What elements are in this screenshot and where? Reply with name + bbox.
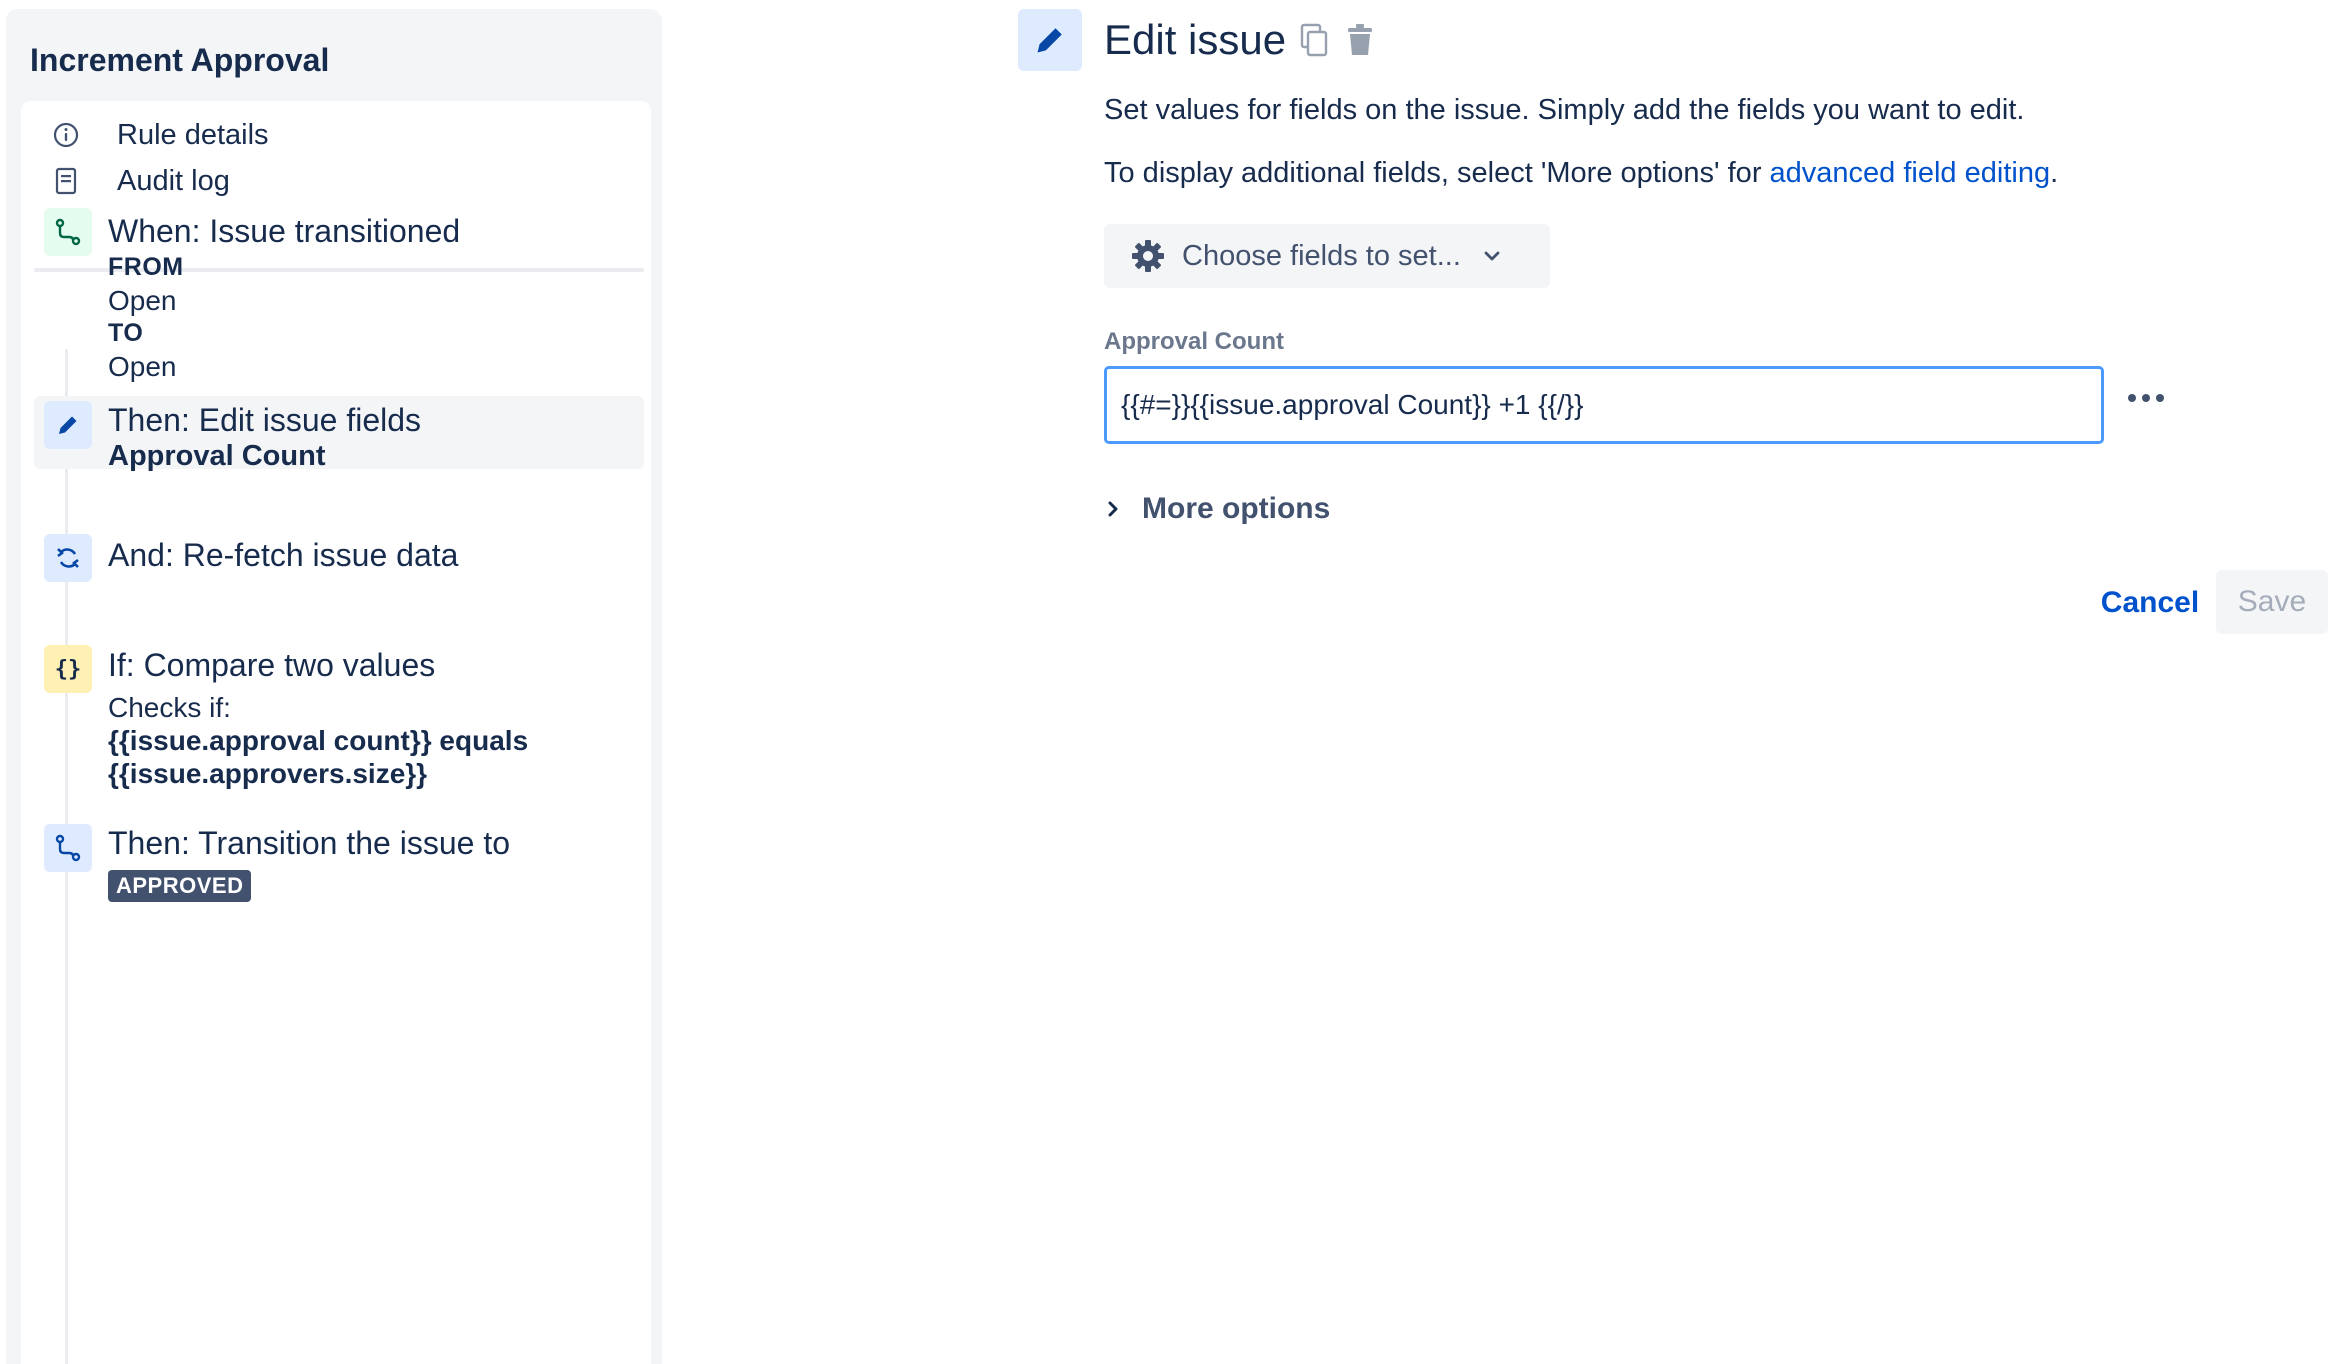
editor-description-advanced: To display additional fields, select 'Mo…: [1104, 157, 2058, 190]
refresh-icon: [44, 534, 92, 582]
rule-sidebar: Increment Approval Rule details Audit lo…: [6, 9, 662, 1364]
component-trigger-issue-transitioned[interactable]: When: Issue transitioned FROM Open TO Op…: [34, 193, 644, 382]
pencil-icon: [1018, 9, 1082, 71]
nav-rule-details[interactable]: Rule details: [51, 113, 269, 157]
component-title: If: Compare two values: [108, 647, 436, 683]
component-title: And: Re-fetch issue data: [108, 537, 459, 573]
component-editor: Edit issue Set values for fields on the …: [1010, 0, 2340, 1364]
nav-rule-details-label: Rule details: [117, 118, 269, 151]
condition-expression-line2: {{issue.approvers.size}}: [108, 758, 428, 789]
editor-description: Set values for fields on the issue. Simp…: [1104, 94, 2025, 126]
choose-fields-button[interactable]: Choose fields to set...: [1104, 224, 1550, 288]
condition-expression-line1: {{issue.approval count}} equals: [108, 725, 529, 756]
to-label: TO: [108, 319, 144, 347]
component-title: Then: Edit issue fields: [108, 402, 422, 438]
component-details: APPROVED: [108, 867, 252, 902]
rule-title: Increment Approval: [30, 42, 330, 78]
component-details: Checks if: {{issue.approval count}} equa…: [108, 691, 528, 790]
pencil-icon: [44, 401, 92, 449]
info-icon: [51, 120, 81, 150]
chevron-right-icon: [1104, 499, 1122, 519]
transition-icon: [44, 208, 92, 256]
description-text: To display additional fields, select 'Mo…: [1104, 157, 1770, 189]
copy-icon[interactable]: [1296, 22, 1332, 58]
component-title: When: Issue transitioned: [108, 213, 461, 249]
from-value: Open: [108, 285, 177, 316]
component-field: Approval Count: [108, 440, 326, 472]
editor-title: Edit issue: [1104, 16, 1287, 63]
more-options-toggle[interactable]: More options: [1104, 492, 1330, 526]
component-action-transition-issue[interactable]: Then: Transition the issue to APPROVED: [34, 817, 644, 902]
gear-icon: [1130, 238, 1166, 274]
cancel-button[interactable]: Cancel: [2084, 572, 2216, 634]
advanced-field-editing-link[interactable]: advanced field editing: [1770, 157, 2051, 189]
trash-icon[interactable]: [1342, 22, 1378, 58]
choose-fields-label: Choose fields to set...: [1182, 239, 1461, 272]
save-button[interactable]: Save: [2216, 570, 2328, 634]
component-title: Then: Transition the issue to: [108, 825, 510, 861]
status-lozenge: APPROVED: [108, 870, 252, 902]
more-actions-icon[interactable]: [2118, 378, 2174, 418]
transition-icon: [44, 824, 92, 872]
chevron-down-icon: [1483, 247, 1501, 265]
approval-count-input[interactable]: [1104, 366, 2104, 444]
approval-count-label: Approval Count: [1104, 328, 1284, 355]
component-details: FROM Open TO Open: [108, 251, 184, 383]
checks-label: Checks if:: [108, 692, 231, 723]
component-condition-compare-values[interactable]: {} If: Compare two values Checks if: {{i…: [34, 645, 644, 789]
more-options-label: More options: [1142, 492, 1331, 525]
from-label: FROM: [108, 253, 184, 281]
to-value: Open: [108, 351, 177, 382]
component-action-edit-issue-fields[interactable]: Then: Edit issue fields Approval Count: [34, 396, 644, 472]
document-icon: [51, 166, 81, 196]
curly-braces-icon: {}: [44, 645, 92, 693]
component-action-refetch-issue-data[interactable]: And: Re-fetch issue data: [34, 529, 644, 599]
description-punctuation: .: [2050, 157, 2059, 189]
